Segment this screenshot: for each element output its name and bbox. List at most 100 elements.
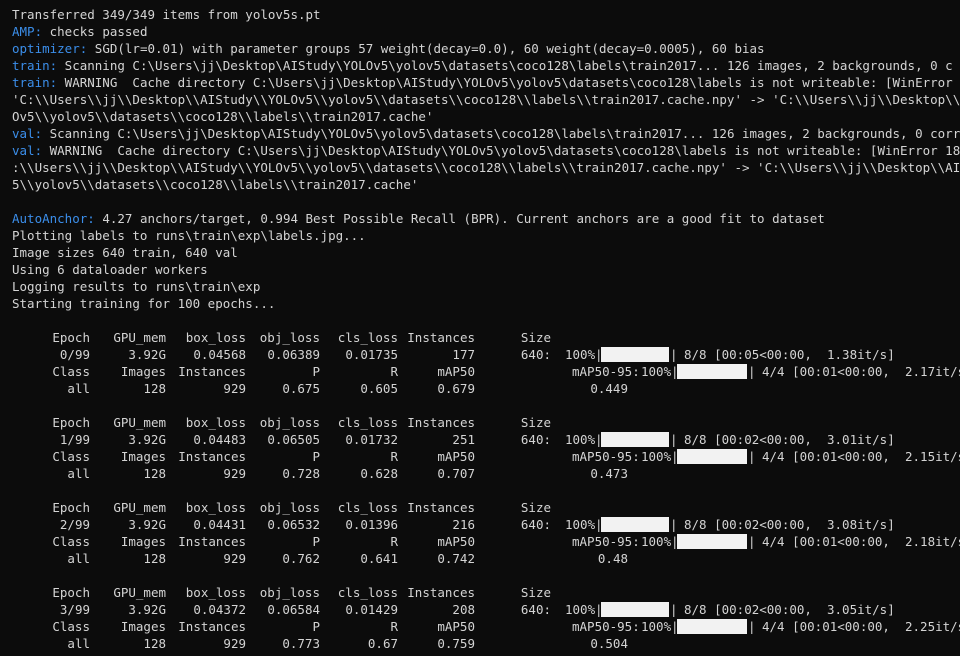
val-header-cell: R bbox=[390, 619, 398, 634]
val-value-cell: 0.707 bbox=[437, 466, 475, 481]
train-value-cell: 0.06584 bbox=[267, 602, 320, 617]
val-header-cell: Instances bbox=[178, 534, 246, 549]
progress-bar-right-edge: | bbox=[670, 432, 678, 447]
val-value-cell: 929 bbox=[223, 381, 246, 396]
terminal-window[interactable]: Transferred 349/349 items from yolov5s.p… bbox=[0, 0, 960, 656]
log-line: Ov5\\yolov5\\datasets\\coco128\\labels\\… bbox=[12, 108, 433, 125]
train-value-cell: 216 bbox=[452, 517, 475, 532]
val-value-cell: 0.628 bbox=[360, 466, 398, 481]
train-header-cell: box_loss bbox=[185, 585, 246, 600]
train-header-cell: obj_loss bbox=[259, 585, 320, 600]
val-progress-percent: 100% bbox=[641, 364, 672, 379]
log-text: checks passed bbox=[42, 24, 148, 39]
train-header-cell: box_loss bbox=[185, 415, 246, 430]
val-header-cell: Images bbox=[120, 449, 166, 464]
train-value-cell: 0.01396 bbox=[345, 517, 398, 532]
val-value-cell: 128 bbox=[143, 636, 166, 651]
log-text: Scanning C:\Users\jj\Desktop\AIStudy\YOL… bbox=[57, 58, 953, 73]
train-header-cell: Instances bbox=[407, 330, 475, 345]
val-value-cell: 128 bbox=[143, 551, 166, 566]
train-header-cell: Size bbox=[520, 330, 551, 345]
log-line: AutoAnchor: 4.27 anchors/target, 0.994 B… bbox=[12, 210, 825, 227]
train-value-cell: 0.01735 bbox=[345, 347, 398, 362]
train-value-cell: 3.92G bbox=[128, 347, 166, 362]
log-line: :\\Users\\jj\\Desktop\\AIStudy\\YOLOv5\\… bbox=[12, 159, 960, 176]
val-value-cell: 929 bbox=[223, 551, 246, 566]
train-progress-bar bbox=[601, 602, 669, 617]
val-header-cell: Class bbox=[52, 619, 90, 634]
val-header-cell: mAP50-95: bbox=[572, 619, 640, 634]
val-header-cell: Instances bbox=[178, 364, 246, 379]
log-line: 5\\yolov5\\datasets\\coco128\\labels\\tr… bbox=[12, 176, 418, 193]
val-value-cell: 0.675 bbox=[282, 381, 320, 396]
epoch-label: 2/99 bbox=[59, 517, 90, 532]
log-text: Plotting labels to runs\train\exp\labels… bbox=[12, 228, 366, 243]
train-value-cell: 0.06532 bbox=[267, 517, 320, 532]
val-header-cell: Instances bbox=[178, 619, 246, 634]
log-prefix: train: bbox=[12, 58, 58, 73]
train-header-cell: Size bbox=[520, 500, 551, 515]
log-line: val: WARNING Cache directory C:\Users\jj… bbox=[12, 142, 960, 159]
train-value-cell: 208 bbox=[452, 602, 475, 617]
train-header-cell: Size bbox=[520, 585, 551, 600]
train-progress-bar bbox=[601, 347, 669, 362]
train-header-cell: GPU_mem bbox=[113, 585, 166, 600]
log-line: train: Scanning C:\Users\jj\Desktop\AISt… bbox=[12, 57, 953, 74]
train-progress-stats: 8/8 [00:02<00:00, 3.08it/s] bbox=[684, 517, 895, 532]
val-value-cell: 0.504 bbox=[590, 636, 628, 651]
val-progress-stats: 4/4 [00:01<00:00, 2.25it/s] bbox=[762, 619, 960, 634]
log-text: Starting training for 100 epochs... bbox=[12, 296, 276, 311]
train-value-cell: 177 bbox=[452, 347, 475, 362]
log-prefix: optimizer: bbox=[12, 41, 88, 56]
val-value-cell: 0.473 bbox=[590, 466, 628, 481]
log-line: Transferred 349/349 items from yolov5s.p… bbox=[12, 6, 321, 23]
val-progress-bar bbox=[677, 449, 747, 464]
log-text: Using 6 dataloader workers bbox=[12, 262, 208, 277]
train-header-cell: GPU_mem bbox=[113, 415, 166, 430]
val-progress-percent: 100% bbox=[641, 619, 672, 634]
val-header-cell: mAP50-95: bbox=[572, 449, 640, 464]
train-header-cell: Instances bbox=[407, 415, 475, 430]
log-line: 'C:\\Users\\jj\\Desktop\\AIStudy\\YOLOv5… bbox=[12, 91, 960, 108]
train-header-cell: Size bbox=[520, 415, 551, 430]
log-text: WARNING Cache directory C:\Users\jj\Desk… bbox=[57, 75, 960, 90]
progress-bar-right-edge: | bbox=[748, 449, 756, 464]
val-progress-percent: 100% bbox=[641, 534, 672, 549]
train-value-cell: 640: bbox=[520, 347, 551, 362]
val-progress-stats: 4/4 [00:01<00:00, 2.17it/s] bbox=[762, 364, 960, 379]
log-line: Logging results to runs\train\exp bbox=[12, 278, 260, 295]
val-value-cell: all bbox=[67, 551, 90, 566]
train-header-cell: Instances bbox=[407, 585, 475, 600]
log-text: WARNING Cache directory C:\Users\jj\Desk… bbox=[42, 143, 960, 158]
train-value-cell: 3.92G bbox=[128, 602, 166, 617]
val-value-cell: 0.773 bbox=[282, 636, 320, 651]
log-text: SGD(lr=0.01) with parameter groups 57 we… bbox=[87, 41, 765, 56]
train-header-cell: GPU_mem bbox=[113, 330, 166, 345]
progress-bar-right-edge: | bbox=[748, 534, 756, 549]
val-progress-bar bbox=[677, 619, 747, 634]
log-text: Ov5\\yolov5\\datasets\\coco128\\labels\\… bbox=[12, 109, 434, 124]
train-header-cell: obj_loss bbox=[259, 415, 320, 430]
train-value-cell: 0.04483 bbox=[193, 432, 246, 447]
log-text: Scanning C:\Users\jj\Desktop\AIStudy\YOL… bbox=[42, 126, 960, 141]
train-value-cell: 0.04431 bbox=[193, 517, 246, 532]
train-header-cell: cls_loss bbox=[337, 585, 398, 600]
train-header-cell: Epoch bbox=[52, 585, 90, 600]
val-header-cell: mAP50 bbox=[437, 619, 475, 634]
log-text: 5\\yolov5\\datasets\\coco128\\labels\\tr… bbox=[12, 177, 419, 192]
log-line: Plotting labels to runs\train\exp\labels… bbox=[12, 227, 366, 244]
val-value-cell: 128 bbox=[143, 381, 166, 396]
log-line: optimizer: SGD(lr=0.01) with parameter g… bbox=[12, 40, 765, 57]
train-header-cell: cls_loss bbox=[337, 500, 398, 515]
log-line: Starting training for 100 epochs... bbox=[12, 295, 275, 312]
train-progress-bar bbox=[601, 432, 669, 447]
train-progress-percent: 100% bbox=[565, 432, 596, 447]
log-text: Image sizes 640 train, 640 val bbox=[12, 245, 238, 260]
epoch-label: 1/99 bbox=[59, 432, 90, 447]
train-header-cell: obj_loss bbox=[259, 500, 320, 515]
val-header-cell: R bbox=[390, 534, 398, 549]
train-progress-stats: 8/8 [00:02<00:00, 3.01it/s] bbox=[684, 432, 895, 447]
epoch-label: 0/99 bbox=[59, 347, 90, 362]
log-prefix: AutoAnchor: bbox=[12, 211, 95, 226]
log-prefix: train: bbox=[12, 75, 58, 90]
